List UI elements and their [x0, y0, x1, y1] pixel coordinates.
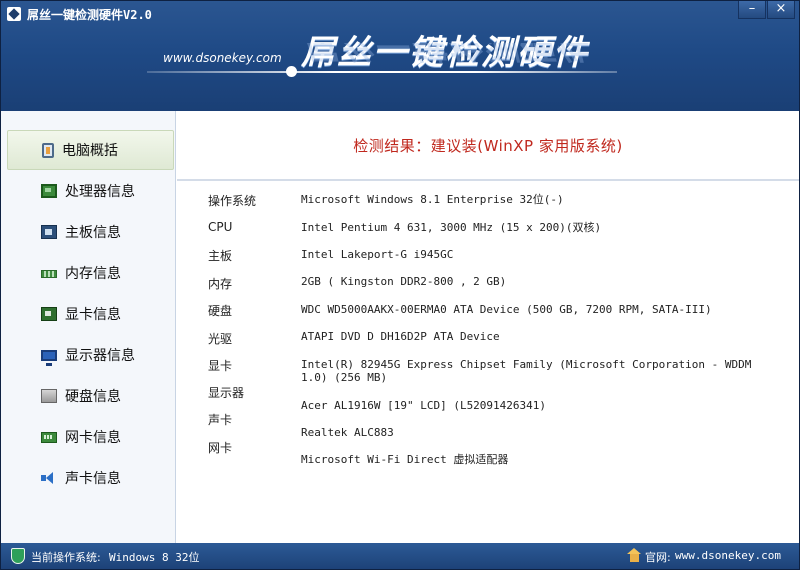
detection-result: 检测结果：建议装(WinXP 家用版系统)	[353, 137, 623, 155]
value-cpu: Intel Pentium 4 631, 3000 MHz (15 x 200)…	[301, 221, 602, 234]
close-button[interactable]: ×	[767, 1, 795, 19]
computer-icon	[42, 142, 54, 158]
sidebar-item-label: 内存信息	[65, 266, 121, 282]
overview-content: 检测结果：建议装(WinXP 家用版系统) 操作系统 CPU 主板 内存 硬盘 …	[177, 111, 799, 543]
sidebar-item-memory[interactable]: 内存信息	[7, 253, 174, 293]
label-optical-drive: 光驱	[208, 332, 233, 346]
sidebar-item-label: 处理器信息	[65, 184, 135, 200]
app-logo-icon	[7, 7, 21, 21]
title-bar: 屌丝一键检测硬件V2.0	[7, 5, 152, 23]
speaker-icon	[41, 471, 57, 485]
label-os: 操作系统	[208, 194, 257, 208]
motherboard-icon	[41, 225, 57, 239]
sidebar-item-label: 声卡信息	[65, 471, 121, 487]
value-graphics: Intel(R) 82945G Express Chipset Family (…	[301, 358, 752, 384]
memory-icon	[41, 270, 57, 278]
label-hard-disk: 硬盘	[208, 304, 233, 318]
value-sound: Realtek ALC883	[301, 426, 394, 439]
sidebar: 电脑概括 处理器信息 主板信息 内存信息 显卡信息 显示器信息 硬盘信息 网卡信…	[1, 111, 176, 543]
sidebar-item-hard-disk[interactable]: 硬盘信息	[7, 376, 174, 416]
current-os-label: 当前操作系统:	[31, 551, 101, 564]
home-icon[interactable]	[627, 548, 642, 562]
sidebar-item-label: 显卡信息	[65, 307, 121, 323]
header-banner: 屌丝一键检测硬件V2.0 – × www.dsonekey.com 屌丝一键检测…	[1, 1, 799, 111]
sidebar-item-graphics[interactable]: 显卡信息	[7, 294, 174, 334]
value-os: Microsoft Windows 8.1 Enterprise 32位(-)	[301, 193, 564, 206]
label-network: 网卡	[208, 441, 233, 455]
window-controls: – ×	[738, 1, 795, 19]
value-motherboard: Intel Lakeport-G i945GC	[301, 248, 454, 261]
label-memory: 内存	[208, 277, 233, 291]
current-os-value: Windows 8 32位	[109, 551, 200, 564]
sidebar-item-monitor[interactable]: 显示器信息	[7, 335, 174, 375]
status-bar: 当前操作系统: Windows 8 32位 官网: www.dsonekey.c…	[1, 543, 799, 569]
label-graphics: 显卡	[208, 359, 233, 373]
monitor-icon	[41, 349, 57, 366]
sidebar-item-label: 主板信息	[65, 225, 121, 241]
sidebar-item-label: 显示器信息	[65, 348, 135, 364]
value-network: Microsoft Wi-Fi Direct 虚拟适配器	[301, 453, 509, 466]
banner-site-url: www.dsonekey.com	[163, 51, 282, 65]
label-monitor: 显示器	[208, 386, 245, 400]
minimize-button[interactable]: –	[738, 1, 766, 19]
sidebar-item-motherboard[interactable]: 主板信息	[7, 212, 174, 252]
sidebar-item-cpu[interactable]: 处理器信息	[7, 171, 174, 211]
hard-disk-icon	[41, 389, 57, 403]
sidebar-item-computer-overview[interactable]: 电脑概括	[7, 130, 174, 170]
label-motherboard: 主板	[208, 249, 233, 263]
sidebar-item-network[interactable]: 网卡信息	[7, 417, 174, 457]
value-memory: 2GB ( Kingston DDR2-800 , 2 GB)	[301, 275, 507, 288]
graphics-card-icon	[41, 307, 57, 321]
official-site-link[interactable]: www.dsonekey.com	[675, 549, 781, 562]
cpu-icon	[41, 184, 57, 198]
network-card-icon	[41, 431, 57, 443]
main-panel: 电脑概括 处理器信息 主板信息 内存信息 显卡信息 显示器信息 硬盘信息 网卡信…	[1, 111, 799, 543]
content-divider	[177, 179, 799, 181]
sidebar-item-label: 网卡信息	[65, 430, 121, 446]
value-optical-drive: ATAPI DVD D DH16D2P ATA Device	[301, 330, 500, 343]
value-monitor: Acer AL1916W [19" LCD] (L52091426341)	[301, 399, 547, 412]
banner-title-reflection: 屌丝一键检测硬件	[301, 43, 589, 65]
label-cpu: CPU	[208, 220, 233, 234]
banner-dot	[286, 66, 297, 77]
window-title: 屌丝一键检测硬件V2.0	[27, 7, 152, 22]
value-hard-disk: WDC WD5000AAKX-00ERMA0 ATA Device (500 G…	[301, 303, 712, 316]
label-sound: 声卡	[208, 413, 233, 427]
app-window: 屌丝一键检测硬件V2.0 – × www.dsonekey.com 屌丝一键检测…	[0, 0, 800, 570]
sidebar-item-label: 电脑概括	[62, 143, 118, 159]
sidebar-item-sound[interactable]: 声卡信息	[7, 458, 174, 498]
shield-icon	[11, 548, 25, 564]
official-site-label: 官网:	[645, 551, 671, 564]
sidebar-item-label: 硬盘信息	[65, 389, 121, 405]
